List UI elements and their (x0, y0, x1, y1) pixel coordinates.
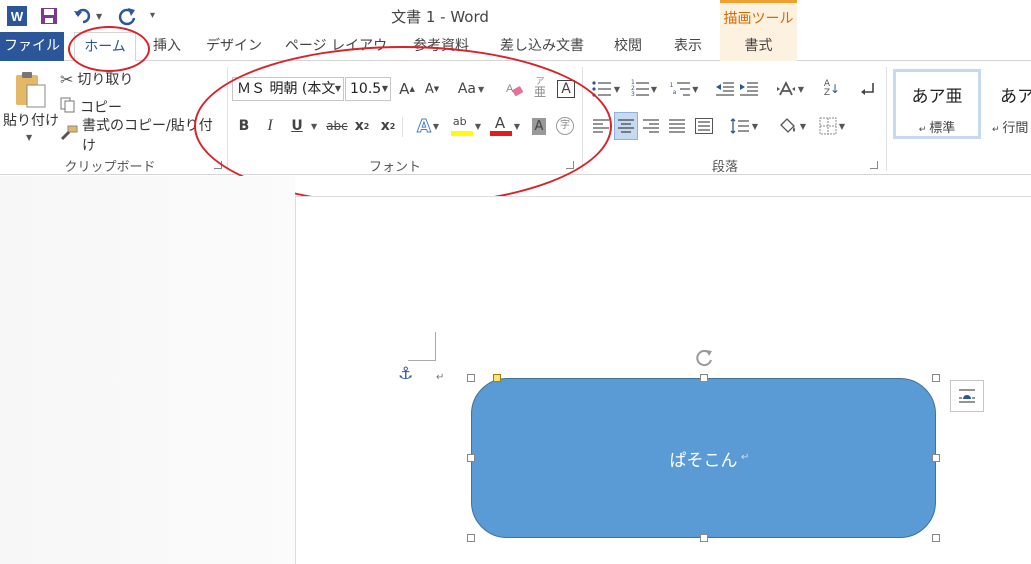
numbering-button[interactable]: 1 2 3 ▼ (626, 77, 662, 101)
home-tab-annotation (68, 26, 150, 72)
drawing-tools-context-label: 描画ツール (720, 0, 797, 32)
resize-handle-bottom-right[interactable] (932, 534, 940, 542)
layout-options-button[interactable] (950, 380, 984, 412)
paintbrush-icon (60, 125, 78, 145)
tab-view[interactable]: 表示 (664, 32, 712, 61)
distributed-icon (695, 118, 713, 134)
tab-design[interactable]: デザイン (200, 32, 268, 61)
navigation-margin (0, 176, 295, 564)
tab-file[interactable]: ファイル (0, 32, 64, 61)
paragraph-dialog-launcher-icon[interactable] (870, 161, 878, 169)
copy-icon (60, 97, 76, 117)
paste-icon[interactable] (10, 69, 50, 109)
resize-handle-left[interactable] (467, 454, 475, 462)
paragraph-group-label: 段落 (711, 160, 738, 175)
style-standard-preview: あア亜 (911, 87, 963, 107)
style-no-spacing[interactable]: あア ↵ 行間 (986, 69, 1031, 139)
text-direction-icon (776, 81, 795, 96)
align-right-button[interactable] (640, 114, 662, 138)
layout-options-icon (959, 389, 975, 403)
rotate-handle-icon[interactable] (693, 346, 715, 368)
borders-icon (819, 117, 837, 135)
borders-button[interactable]: ▼ (814, 114, 850, 138)
show-hide-marks-button[interactable] (856, 77, 878, 101)
multilevel-list-icon: 1 a (669, 82, 677, 96)
tab-format[interactable]: 書式 (720, 32, 797, 61)
tab-review[interactable]: 校閲 (604, 32, 652, 61)
paint-bucket-icon (780, 118, 795, 133)
style-standard[interactable]: あア亜 ↵ 標準 (893, 69, 981, 139)
align-right-icon (643, 119, 659, 133)
style-no-spacing-preview: あア (1000, 87, 1031, 107)
align-center-button[interactable] (614, 112, 638, 140)
sort-button[interactable]: A Z ↓ (820, 77, 844, 101)
increase-indent-icon (740, 82, 758, 96)
shading-button[interactable]: ▼ (774, 114, 810, 138)
scissors-icon: ✂ (60, 69, 74, 89)
margin-corner-mark (435, 332, 436, 360)
group-separator (886, 67, 887, 171)
shape-paragraph-mark-icon: ↵ (741, 452, 750, 463)
paste-button[interactable]: 貼り付け (3, 110, 59, 130)
ribbon-tabs: ファイル ホーム 挿入 デザイン ページ レイアウト 参考資料 差し込み文書 校… (0, 32, 1031, 83)
resize-handle-bottom[interactable] (700, 534, 708, 542)
decrease-indent-icon (716, 82, 734, 96)
numbering-icon: 1 2 3 (631, 79, 635, 98)
multilevel-list-button[interactable]: 1 a ▼ (666, 77, 702, 101)
resize-handle-top-right[interactable] (932, 374, 940, 382)
resize-handle-top[interactable] (700, 374, 708, 382)
text-direction-button[interactable]: ▼ (772, 77, 808, 101)
adjust-handle[interactable] (493, 374, 501, 382)
distributed-button[interactable] (692, 114, 716, 138)
justify-button[interactable] (666, 114, 688, 138)
shape-text[interactable]: ぱそこん (471, 446, 936, 471)
tab-insert[interactable]: 挿入 (145, 32, 189, 61)
justify-icon (669, 119, 685, 133)
align-center-icon (618, 119, 634, 133)
decrease-indent-button[interactable] (714, 77, 736, 101)
line-spacing-icon (730, 118, 749, 134)
paragraph-mark-icon (861, 83, 874, 95)
increase-indent-button[interactable] (738, 77, 760, 101)
clipboard-group-label: クリップボード (64, 160, 156, 175)
resize-handle-bottom-left[interactable] (467, 534, 475, 542)
resize-handle-top-left[interactable] (467, 374, 475, 382)
anchor-icon[interactable]: ⚓ (398, 364, 413, 384)
title-bar: W ▼ ▾ 文書 1 - Word 描画ツール (0, 0, 1031, 32)
line-spacing-button[interactable]: ▼ (726, 114, 762, 138)
paste-dropdown-icon[interactable]: ▼ (26, 133, 32, 142)
margin-corner-mark (408, 360, 436, 361)
resize-handle-right[interactable] (932, 454, 940, 462)
paragraph-mark-icon: ↵ (436, 372, 445, 383)
